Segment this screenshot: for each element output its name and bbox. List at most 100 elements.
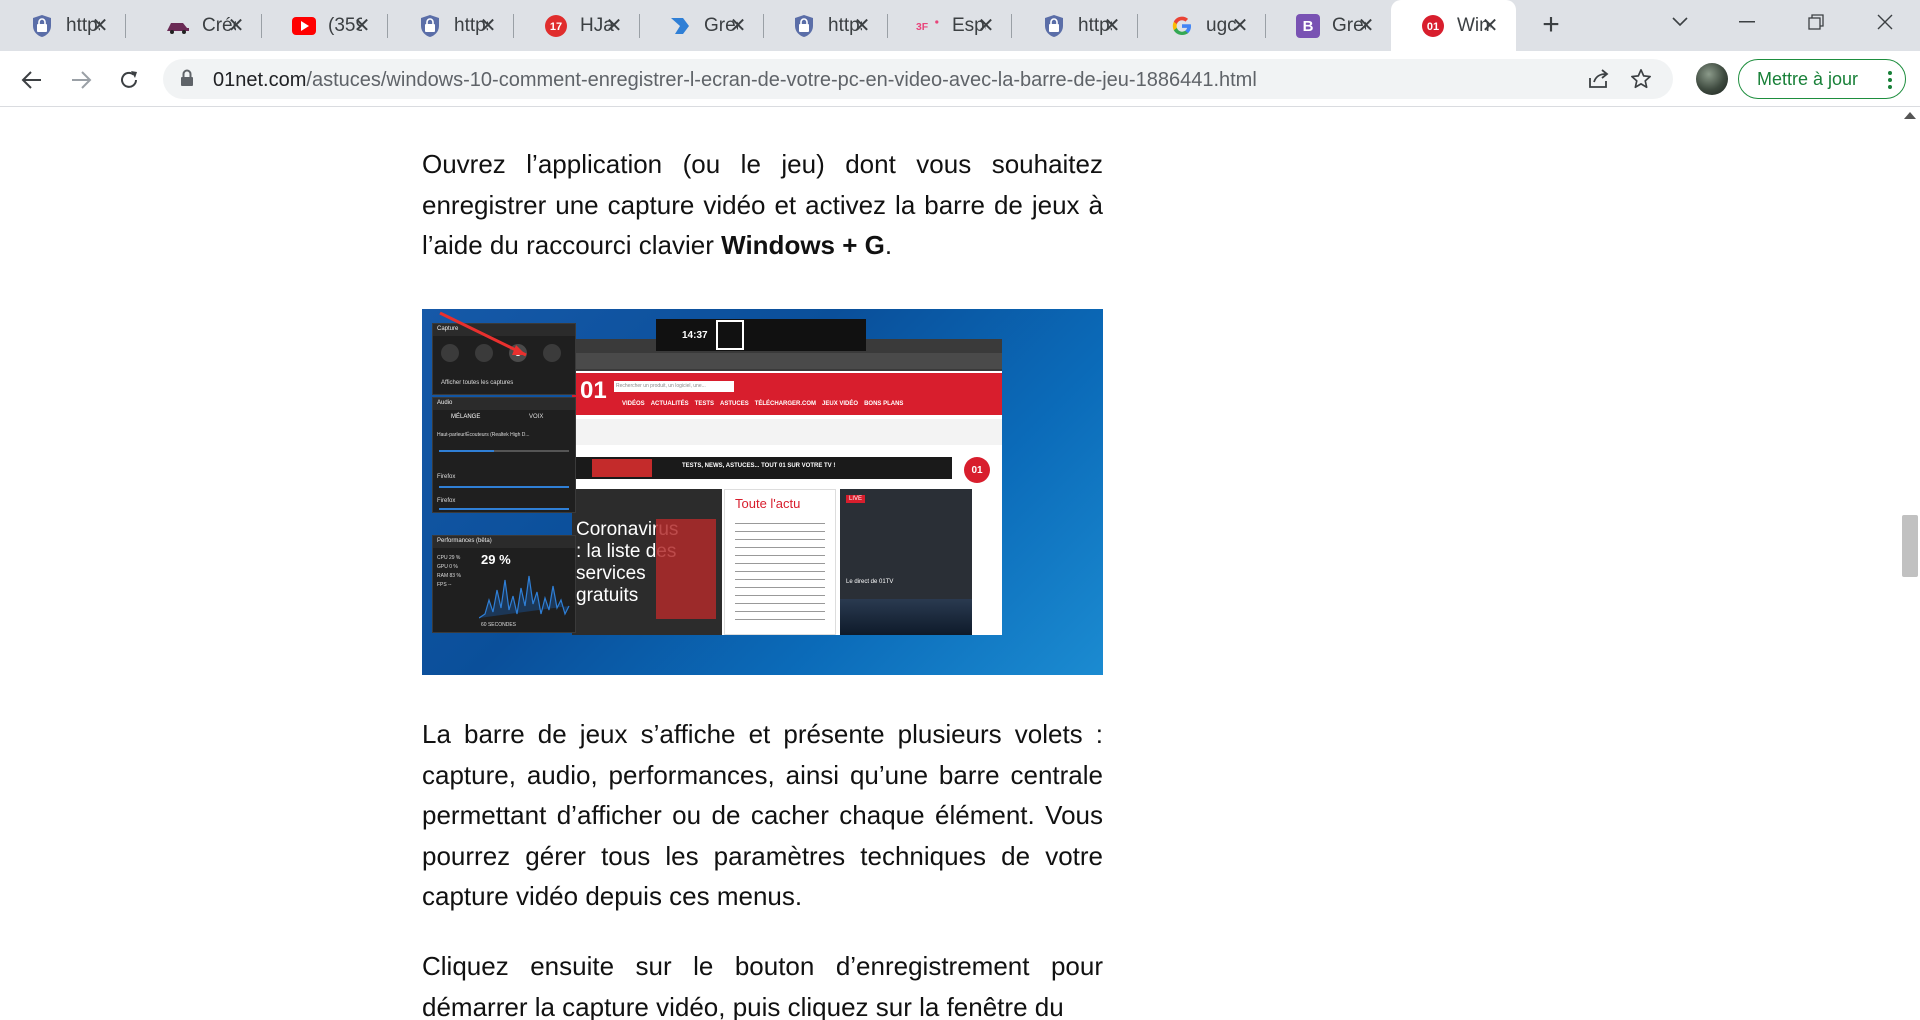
tab-close-icon[interactable]: ✕ bbox=[1228, 13, 1252, 37]
tab-6[interactable]: Green✕ bbox=[638, 0, 764, 51]
tab-close-icon[interactable]: ✕ bbox=[224, 13, 248, 37]
keyboard-shortcut: Windows + G bbox=[721, 230, 885, 260]
image-search-box: Rechercher un produit, un logiciel, une.… bbox=[614, 381, 734, 392]
tab-8[interactable]: 3FEspace✕ bbox=[886, 0, 1012, 51]
image-audio-app-2: Firefox bbox=[437, 498, 456, 504]
image-nav-item: TESTS bbox=[694, 401, 715, 407]
tab-close-icon[interactable]: ✕ bbox=[726, 13, 750, 37]
tab-2[interactable]: Créer✕ bbox=[136, 0, 262, 51]
tab-12[interactable]: 01Windows✕ bbox=[1391, 0, 1516, 51]
forward-button[interactable] bbox=[66, 65, 96, 95]
image-audio-panel: Audio MÉLANGE VOIX Haut-parleur/Écouteur… bbox=[432, 397, 576, 513]
image-perf-gpu: GPU 0 % bbox=[437, 564, 458, 570]
browser-toolbar: 01net.com/astuces/windows-10-comment-enr… bbox=[0, 51, 1920, 107]
tab-9[interactable]: https✕ bbox=[1012, 0, 1138, 51]
tab-close-icon[interactable]: ✕ bbox=[476, 13, 500, 37]
lock-icon[interactable] bbox=[180, 69, 194, 87]
image-red-arrow bbox=[439, 311, 527, 357]
tab-close-icon[interactable]: ✕ bbox=[1354, 13, 1378, 37]
image-show-captures: Afficher toutes les captures bbox=[441, 380, 514, 386]
tab-separator bbox=[1137, 14, 1138, 38]
share-icon[interactable] bbox=[1587, 67, 1611, 91]
new-tab-button[interactable]: + bbox=[1536, 8, 1566, 41]
tab-5[interactable]: 17 HJa ✕ bbox=[514, 0, 640, 51]
01net-icon: 01 bbox=[1421, 14, 1445, 38]
lock-shield-icon bbox=[1042, 14, 1066, 38]
lock-shield-icon bbox=[418, 14, 442, 38]
tab-11[interactable]: BGreen✕ bbox=[1266, 0, 1392, 51]
bootstrap-icon: B bbox=[1296, 13, 1320, 38]
close-window-button[interactable] bbox=[1855, 0, 1915, 44]
url-path: /astuces/windows-10-comment-enregistrer-… bbox=[306, 69, 1257, 91]
image-clock: 14:37 bbox=[682, 329, 708, 341]
tab-close-icon[interactable]: ✕ bbox=[1100, 13, 1124, 37]
article-image-game-bar[interactable]: 01 Rechercher un produit, un logiciel, u… bbox=[422, 309, 1103, 675]
image-nav: VIDÉOS ACTUALITÉS TESTS ASTUCES TÉLÉCHARGER.… bbox=[622, 401, 903, 407]
article-paragraph-2: La barre de jeux s’affiche et présente p… bbox=[422, 719, 1103, 911]
image-audio-device: Haut-parleur/Écouteurs (Realtek High D..… bbox=[437, 432, 530, 438]
image-perf-fps: FPS -- bbox=[437, 582, 452, 588]
image-toute-lactu: Toute l'actu bbox=[735, 496, 801, 511]
image-audio-title: Audio bbox=[433, 398, 575, 410]
tab-close-icon[interactable]: ✕ bbox=[974, 13, 998, 37]
image-nav-item: BONS PLANS bbox=[864, 401, 904, 407]
tab-close-icon[interactable]: ✕ bbox=[850, 13, 874, 37]
tab-close-icon[interactable]: ✕ bbox=[1478, 13, 1502, 37]
svg-text:B: B bbox=[1303, 18, 1314, 35]
url-domain: 01net.com bbox=[213, 69, 307, 91]
tab-1[interactable]: https✕ bbox=[0, 0, 126, 51]
tab-7[interactable]: https✕ bbox=[762, 0, 888, 51]
image-live-badge: LIVE bbox=[846, 495, 866, 503]
tab-10[interactable]: ugc ✕ bbox=[1140, 0, 1266, 51]
image-audio-tab-mix: MÉLANGE bbox=[451, 414, 481, 420]
bookmark-star-icon[interactable] bbox=[1629, 67, 1653, 91]
tab-close-icon[interactable]: ✕ bbox=[88, 13, 112, 37]
tab-3[interactable]: (359)✕ bbox=[262, 0, 388, 51]
image-perf-graph bbox=[479, 575, 570, 619]
minimize-button[interactable] bbox=[1717, 0, 1777, 44]
image-perf-big: 29 % bbox=[481, 552, 511, 567]
tab-search-button[interactable] bbox=[1650, 0, 1710, 44]
17-icon: 17 bbox=[544, 14, 568, 38]
image-banner-text: TESTS, NEWS, ASTUCES... TOUT 01 SUR VOTR… bbox=[682, 463, 836, 469]
image-nav-item: VIDÉOS bbox=[622, 401, 645, 407]
reload-icon bbox=[121, 71, 137, 88]
scroll-up-arrow-icon[interactable] bbox=[1904, 112, 1916, 119]
restore-button[interactable] bbox=[1786, 0, 1846, 44]
svg-text:17: 17 bbox=[550, 21, 562, 33]
scrollbar-thumb[interactable] bbox=[1902, 515, 1918, 577]
youtube-icon bbox=[292, 14, 316, 38]
forward-arrow-icon bbox=[72, 71, 92, 89]
reload-button[interactable] bbox=[114, 65, 144, 95]
image-perf-ram: RAM 83 % bbox=[437, 573, 461, 579]
image-browser-window: 01 Rechercher un produit, un logiciel, u… bbox=[572, 339, 1002, 635]
image-performance-panel: Performances (bêta) CPU 29 % GPU 0 % RAM… bbox=[432, 535, 576, 633]
profile-avatar[interactable] bbox=[1696, 63, 1728, 95]
image-banner: TESTS, NEWS, ASTUCES... TOUT 01 SUR VOTR… bbox=[572, 457, 952, 479]
image-game-bar-top: 14:37 bbox=[656, 319, 866, 351]
google-icon bbox=[1170, 14, 1194, 38]
tab-close-icon[interactable]: ✕ bbox=[602, 13, 626, 37]
article-paragraph-1: Ouvrez l’application (ou le jeu) dont vo… bbox=[422, 144, 1103, 266]
image-live-caption: Le direct de 01TV bbox=[846, 579, 894, 585]
image-audio-tab-voice: VOIX bbox=[529, 414, 544, 420]
address-bar[interactable]: 01net.com/astuces/windows-10-comment-enr… bbox=[163, 59, 1673, 99]
image-audio-app-1: Firefox bbox=[437, 474, 456, 480]
page-scrollbar[interactable] bbox=[1900, 108, 1920, 1020]
tab-separator bbox=[125, 14, 126, 38]
image-perf-title: Performances (bêta) bbox=[433, 536, 575, 548]
image-perf-footer: 60 SECONDES bbox=[481, 622, 517, 628]
back-arrow-icon bbox=[21, 71, 41, 89]
update-button[interactable]: Mettre à jour bbox=[1738, 59, 1906, 99]
svg-text:01: 01 bbox=[1427, 21, 1439, 33]
image-nav-item: TÉLÉCHARGER.COM bbox=[754, 401, 817, 407]
para1-suffix: . bbox=[884, 230, 893, 260]
tab-strip: https✕Créer✕(359)✕https✕17HJa✕Green✕http… bbox=[0, 0, 1920, 51]
tab-close-icon[interactable]: ✕ bbox=[350, 13, 374, 37]
image-nav-item: ACTUALITÉS bbox=[650, 401, 689, 407]
update-label: Mettre à jour bbox=[1757, 68, 1859, 89]
url-text[interactable]: 01net.com/astuces/windows-10-comment-enr… bbox=[213, 69, 1257, 92]
more-menu-icon[interactable] bbox=[1887, 70, 1893, 90]
back-button[interactable] bbox=[17, 65, 47, 95]
tab-4[interactable]: https✕ bbox=[388, 0, 514, 51]
